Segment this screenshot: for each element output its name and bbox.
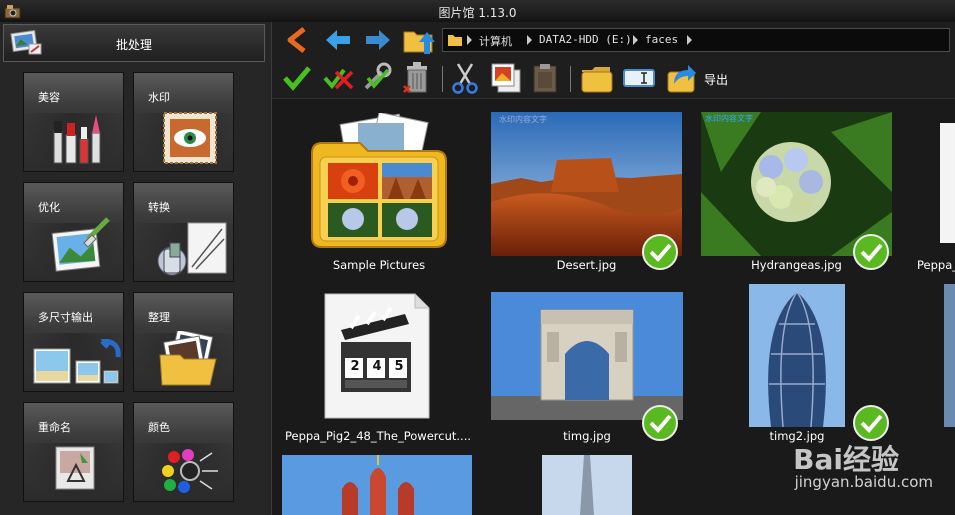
action-toolbar: 导出	[272, 58, 955, 99]
toolbar-separator	[570, 66, 571, 92]
beauty-tile[interactable]: 美容	[23, 72, 124, 172]
toolbar-separator	[442, 66, 443, 92]
baidu-watermark-url: jingyan.baidu.com	[794, 473, 933, 491]
new-folder-icon[interactable]	[580, 62, 614, 94]
cosmetics-icon	[53, 115, 101, 164]
photo-folder-icon	[159, 331, 217, 386]
item-caption: timg.jpg	[563, 429, 611, 443]
optimize-label: 优化	[38, 201, 60, 214]
address-bar[interactable]: 计算机 DATA2-HDD (E:) faces	[442, 28, 950, 52]
skyscraper-photo	[542, 455, 632, 515]
batch-process-button[interactable]: 批处理	[3, 24, 265, 62]
clapper-number: 5	[394, 359, 404, 374]
delete-trash-icon[interactable]	[402, 60, 432, 94]
image-thumbnail[interactable]	[491, 292, 683, 420]
copy-image-icon[interactable]	[490, 62, 522, 94]
image-thumbnail[interactable]	[940, 123, 955, 243]
thumbnail-watermark-text: 水印内容文字	[499, 115, 547, 124]
multi-size-output-label: 多尺寸输出	[38, 311, 93, 324]
breadcrumb-separator-icon	[687, 35, 692, 45]
parent-folder-icon[interactable]	[402, 24, 436, 56]
cut-scissors-icon[interactable]	[450, 62, 480, 94]
export-label[interactable]: 导出	[704, 71, 728, 88]
navigation-bar: 计算机 DATA2-HDD (E:) faces	[272, 22, 955, 58]
convert-tile[interactable]: 转换	[133, 182, 234, 282]
image-thumbnail[interactable]	[282, 455, 472, 515]
beauty-label: 美容	[38, 91, 60, 104]
image-thumbnail[interactable]	[542, 455, 632, 515]
watermark-tile[interactable]: 水印	[133, 72, 234, 172]
clapper-number: 2	[350, 359, 360, 374]
clapper-number: 4	[372, 359, 382, 374]
tools-check-icon[interactable]	[362, 62, 394, 92]
cathedral-photo	[282, 455, 472, 515]
color-dots-icon	[162, 449, 218, 493]
batch-process-label: 批处理	[115, 38, 152, 52]
item-caption: Desert.jpg	[556, 258, 617, 272]
multi-size-output-tile[interactable]: 多尺寸输出	[23, 292, 124, 392]
video-thumbnail[interactable]: 2 4 5	[323, 292, 431, 420]
color-label: 颜色	[148, 421, 170, 434]
item-caption: Sample Pictures	[332, 258, 426, 272]
stamp-eye-icon	[163, 112, 217, 164]
sidebar: 批处理 美容 水印 优化 转换 多尺寸输出 整理 重命名 颜色	[0, 22, 272, 515]
convert-label: 转换	[148, 201, 170, 214]
organize-label: 整理	[148, 311, 170, 324]
folder-icon	[448, 35, 462, 46]
color-tile[interactable]: 颜色	[133, 402, 234, 502]
convert-tools-icon	[157, 222, 227, 276]
breadcrumb-separator-icon	[633, 35, 638, 45]
paste-clipboard-icon[interactable]	[530, 62, 560, 94]
breadcrumb-computer[interactable]: 计算机	[479, 33, 512, 49]
photo-brush-icon	[51, 217, 110, 272]
image-thumbnail[interactable]	[749, 284, 845, 428]
item-caption: Hydrangeas.jpg	[751, 258, 842, 272]
uncheck-icon[interactable]	[322, 64, 354, 92]
next-arrow-icon[interactable]	[364, 28, 392, 52]
export-icon[interactable]	[666, 62, 698, 94]
baidu-watermark: Bai经验	[793, 443, 899, 476]
folder-item[interactable]	[304, 111, 454, 253]
arc-de-triomphe-photo	[491, 292, 683, 420]
sample-pictures-folder-icon	[311, 111, 447, 248]
rename-tile[interactable]: 重命名	[23, 402, 124, 502]
previous-arrow-icon[interactable]	[324, 28, 352, 52]
multi-size-photos-icon	[33, 339, 121, 384]
breadcrumb-separator-icon	[467, 35, 472, 45]
optimize-tile[interactable]: 优化	[23, 182, 124, 282]
breadcrumb-separator-icon	[527, 35, 532, 45]
organize-tile[interactable]: 整理	[133, 292, 234, 392]
breadcrumb-drive[interactable]: DATA2-HDD (E:)	[539, 33, 632, 46]
breadcrumb-faces[interactable]: faces	[645, 33, 678, 46]
back-chevron-icon[interactable]	[284, 26, 310, 54]
item-caption: Peppa_Pig2_48_The_Powercut....	[284, 429, 472, 443]
title-bar: 图片馆 1.13.0	[0, 0, 955, 23]
check-all-icon[interactable]	[282, 64, 312, 92]
rename-label: 重命名	[38, 421, 71, 434]
watermark-label: 水印	[148, 91, 170, 104]
rename-field-icon[interactable]	[622, 66, 656, 90]
item-caption: Peppa_	[917, 258, 955, 272]
image-thumbnail[interactable]	[944, 284, 955, 427]
thumbnail-watermark-text: 水印内容文字	[705, 114, 753, 123]
rename-photo-icon	[55, 446, 95, 490]
window-title: 图片馆 1.13.0	[438, 6, 517, 20]
video-clapper-icon	[324, 293, 430, 419]
gherkin-tower-photo	[749, 284, 845, 428]
